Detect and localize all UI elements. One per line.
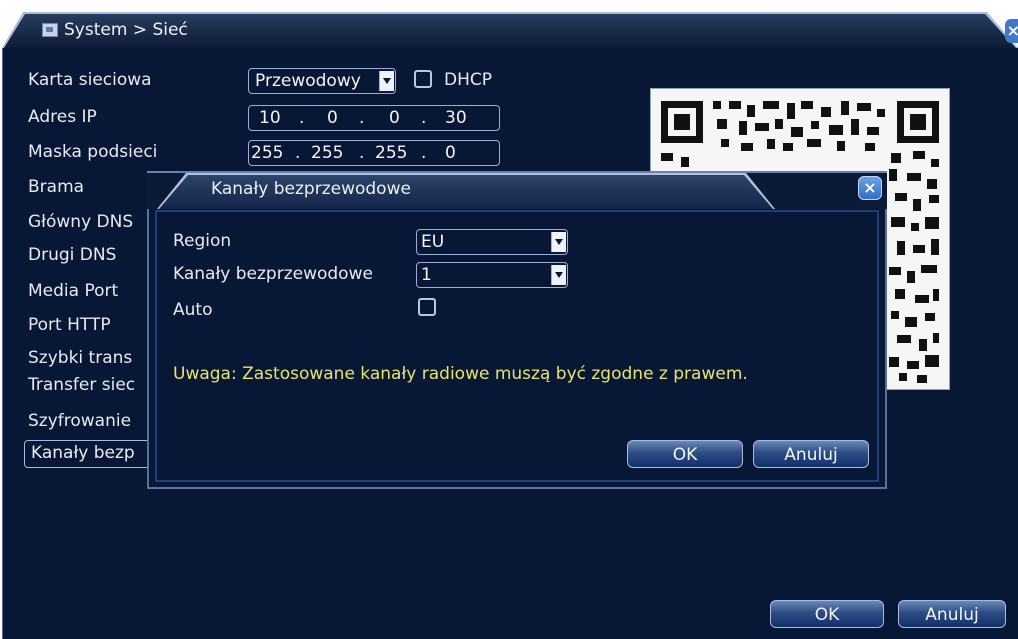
mask-octet-dot: .: [295, 143, 301, 163]
fast-transfer-label: Szybki trans: [28, 348, 133, 368]
ip-octet-dot: .: [359, 108, 365, 128]
region-value: EU: [421, 232, 445, 252]
channel-dropdown[interactable]: 1: [416, 262, 568, 288]
http-port-label: Port HTTP: [28, 315, 111, 335]
dialog-title: Kanały bezprzewodowe: [211, 179, 411, 199]
window-title: System > Sieć: [42, 20, 188, 40]
dhcp-checkbox[interactable]: [414, 70, 432, 88]
network-window-icon: [42, 23, 58, 37]
mask-octet-2: 255: [311, 143, 344, 163]
network-card-label: Karta sieciowa: [28, 70, 152, 90]
net-transfer-label: Transfer siec: [28, 375, 136, 395]
secondary-dns-label: Drugi DNS: [28, 245, 117, 265]
region-label: Region: [173, 231, 232, 251]
gateway-label: Brama: [28, 177, 85, 197]
dialog-ok-button[interactable]: OK: [627, 440, 743, 468]
ip-octet-dot: .: [299, 108, 305, 128]
channel-value: 1: [421, 265, 432, 285]
primary-dns-label: Główny DNS: [28, 212, 134, 232]
mask-octet-dot: .: [359, 143, 365, 163]
dialog-cancel-button[interactable]: Anuluj: [753, 440, 869, 468]
warning-text: Uwaga: Zastosowane kanały radiowe muszą …: [173, 364, 748, 384]
ip-octet-4: 30: [445, 108, 467, 128]
auto-checkbox[interactable]: [418, 298, 436, 316]
ip-octet-2: 0: [327, 108, 338, 128]
mask-octet-1: 255: [251, 143, 284, 163]
wireless-channels-item-label: Kanały bezp: [31, 443, 135, 463]
cancel-button[interactable]: Anuluj: [898, 600, 1006, 628]
chevron-down-icon: [551, 265, 566, 285]
ip-address-input[interactable]: 10 . 0 . 0 . 30: [248, 105, 500, 131]
chevron-down-icon: [551, 232, 566, 252]
auto-label: Auto: [173, 300, 213, 320]
ip-address-label: Adres IP: [28, 107, 97, 127]
ok-button[interactable]: OK: [770, 600, 884, 628]
ip-octet-dot: .: [421, 108, 427, 128]
ip-octet-1: 10: [259, 108, 281, 128]
wireless-channels-item[interactable]: Kanały bezp: [24, 440, 154, 468]
close-icon[interactable]: ×: [1005, 19, 1018, 43]
subnet-mask-input[interactable]: 255 . 255 . 255 . 0: [248, 140, 500, 166]
mask-octet-dot: .: [421, 143, 427, 163]
mask-octet-3: 255: [375, 143, 408, 163]
close-icon[interactable]: ×: [858, 176, 882, 200]
subnet-mask-label: Maska podsieci: [28, 142, 158, 162]
mask-octet-4: 0: [445, 143, 456, 163]
media-port-label: Media Port: [28, 281, 119, 301]
dhcp-label: DHCP: [444, 70, 492, 90]
chevron-down-icon: [379, 71, 394, 91]
channel-label: Kanały bezprzewodowe: [173, 264, 373, 284]
ip-octet-3: 0: [389, 108, 400, 128]
window-title-text: System > Sieć: [64, 20, 188, 40]
encryption-label: Szyfrowanie: [28, 411, 132, 431]
network-card-value: Przewodowy: [255, 71, 361, 91]
region-dropdown[interactable]: EU: [416, 229, 568, 255]
network-card-dropdown[interactable]: Przewodowy: [248, 68, 396, 94]
